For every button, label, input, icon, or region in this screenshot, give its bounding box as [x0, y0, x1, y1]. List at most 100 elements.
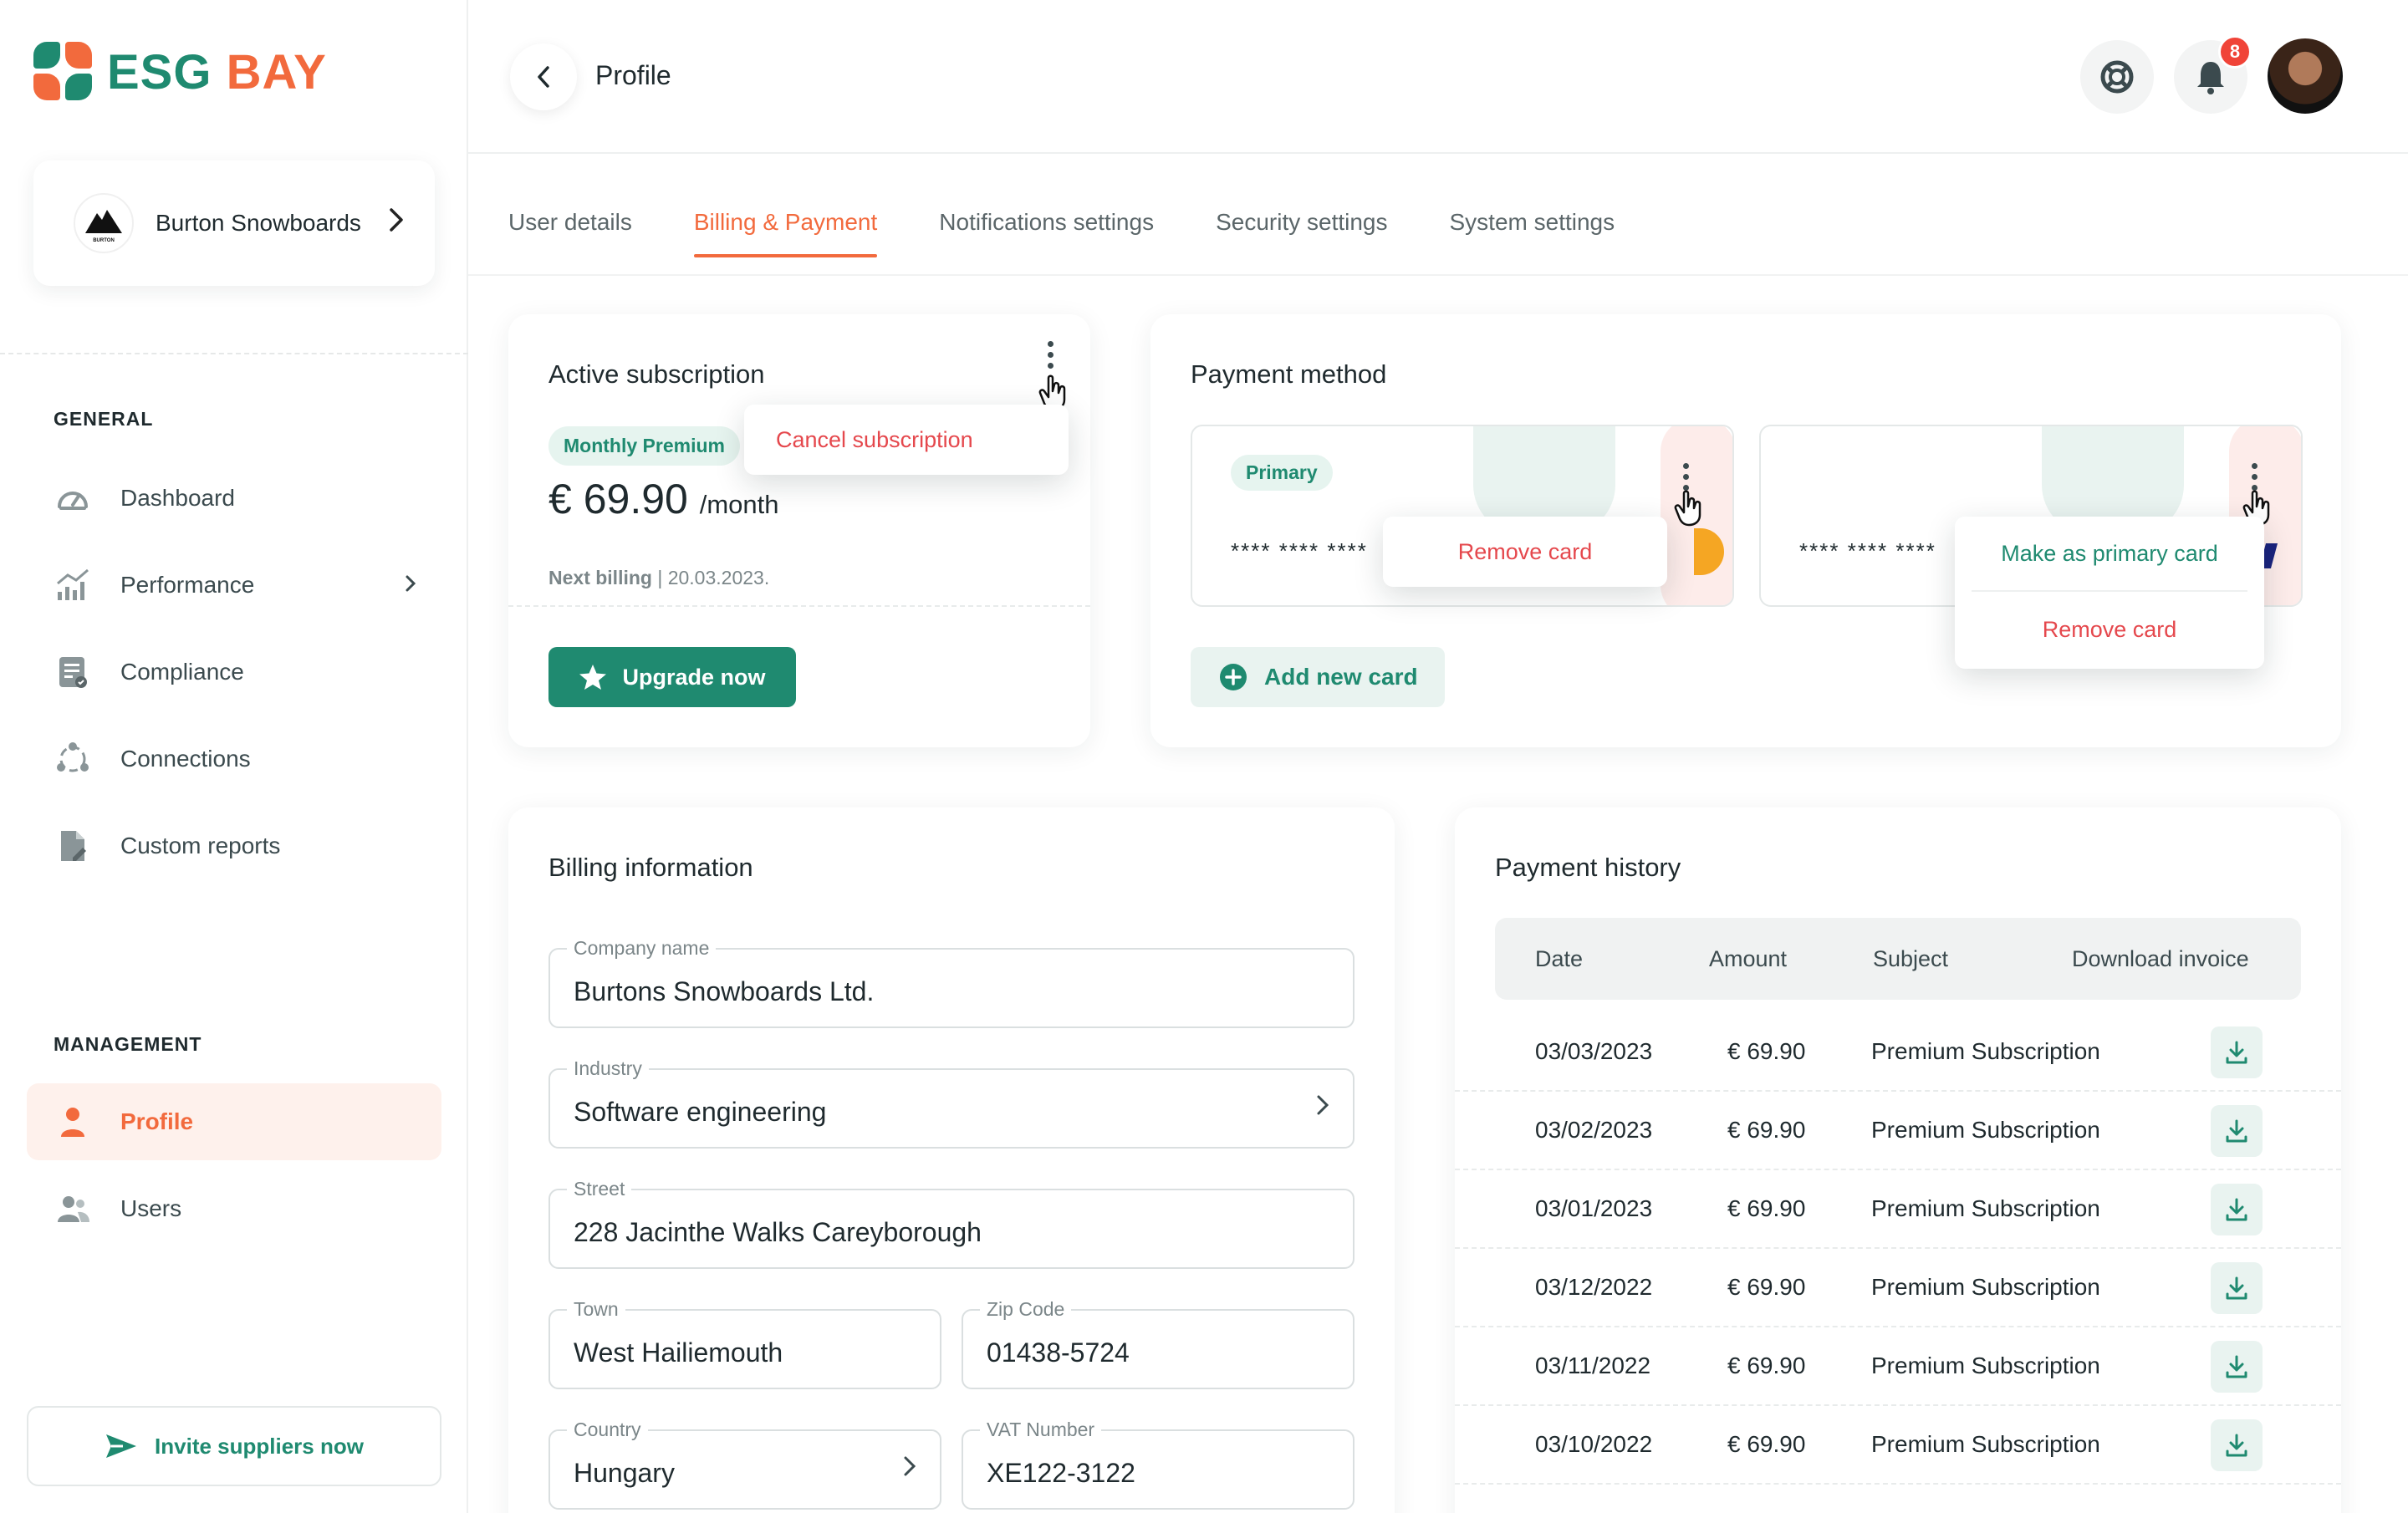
make-primary-option[interactable]: Make as primary card [1972, 517, 2247, 592]
country-select[interactable]: Country Hungary [548, 1419, 941, 1510]
field-value: 01438-5724 [987, 1337, 1130, 1368]
payment-history-header: Date Amount Subject Download invoice [1495, 918, 2301, 1000]
add-new-card-button[interactable]: Add new card [1191, 647, 1445, 707]
tab-notifications-settings[interactable]: Notifications settings [939, 209, 1154, 257]
row-date: 03/03/2023 [1535, 1038, 1653, 1064]
settings-tabs: User details Billing & Payment Notificat… [508, 209, 1676, 257]
column-header-download: Download invoice [2072, 946, 2249, 971]
company-switcher[interactable]: BURTON Burton Snowboards [33, 160, 435, 286]
tab-user-details[interactable]: User details [508, 209, 632, 257]
card2-options-menu: Make as primary card Remove card [1955, 517, 2264, 669]
subscription-price: € 69.90 /month [548, 475, 779, 523]
town-field[interactable]: Town West Hailiemouth [548, 1298, 941, 1389]
chevron-right-icon [1316, 1092, 1329, 1124]
sidebar-item-compliance[interactable]: Compliance [27, 634, 441, 711]
bell-icon [2197, 62, 2224, 94]
tab-system-settings[interactable]: System settings [1450, 209, 1615, 257]
active-subscription-card: Active subscription Monthly Premium Canc… [508, 314, 1090, 747]
field-value: Software engineering [574, 1097, 827, 1127]
row-amount: € 69.90 [1727, 1038, 1806, 1064]
sidebar-item-label: Custom reports [120, 833, 281, 858]
star-icon [579, 665, 607, 690]
more-options-icon[interactable] [1045, 341, 1055, 369]
company-name-field[interactable]: Company name Burtons Snowboards Ltd. [548, 937, 1354, 1028]
remove-card-option[interactable]: Remove card [1383, 517, 1667, 587]
chart-icon [54, 566, 92, 604]
vat-number-field[interactable]: VAT Number XE122-3122 [962, 1419, 1354, 1510]
gauge-icon [54, 479, 92, 517]
download-invoice-button[interactable] [2211, 1105, 2263, 1157]
field-label: Town [567, 1298, 625, 1321]
report-icon [54, 827, 92, 865]
cancel-subscription-option[interactable]: Cancel subscription [744, 405, 1069, 475]
users-icon [54, 1190, 92, 1228]
row-amount: € 69.90 [1727, 1431, 1806, 1457]
plus-circle-icon [1220, 664, 1247, 690]
zip-code-field[interactable]: Zip Code 01438-5724 [962, 1298, 1354, 1389]
card-options-icon[interactable] [2249, 463, 2259, 491]
send-icon [106, 1434, 137, 1458]
price-amount: € 69.90 [548, 476, 688, 522]
download-invoice-button[interactable] [2211, 1026, 2263, 1078]
help-button[interactable] [2080, 40, 2154, 114]
row-date: 03/12/2022 [1535, 1274, 1653, 1300]
next-billing: Next billing | 20.03.2023. [548, 567, 769, 589]
remove-card-option[interactable]: Remove card [1955, 592, 2264, 667]
sidebar-item-label: Dashboard [120, 485, 235, 511]
download-invoice-button[interactable] [2211, 1341, 2263, 1393]
field-label: Industry [567, 1057, 649, 1080]
sidebar-item-profile[interactable]: Profile [27, 1083, 441, 1160]
download-invoice-button[interactable] [2211, 1262, 2263, 1314]
tab-security-settings[interactable]: Security settings [1216, 209, 1387, 257]
table-row: 03/02/2023 € 69.90 Premium Subscription [1455, 1092, 2341, 1170]
field-label: Zip Code [980, 1298, 1072, 1321]
download-icon [2226, 1434, 2247, 1457]
street-field[interactable]: Street 228 Jacinthe Walks Careyborough [548, 1178, 1354, 1269]
section-label-general: GENERAL [54, 408, 154, 430]
next-billing-label: Next billing [548, 567, 652, 588]
sidebar-item-connections[interactable]: Connections [27, 721, 441, 797]
sidebar: ESG BAY BURTON Burton Snowboards GENERAL… [0, 0, 468, 1513]
sidebar-item-dashboard[interactable]: Dashboard [27, 460, 441, 537]
download-icon [2226, 1198, 2247, 1221]
back-button[interactable] [510, 43, 577, 110]
brand-logo[interactable]: ESG BAY [33, 42, 327, 102]
price-period: /month [699, 490, 779, 519]
plan-badge: Monthly Premium [548, 426, 740, 466]
sidebar-item-performance[interactable]: Performance [27, 547, 441, 624]
brand-name-part1: ESG [107, 44, 212, 99]
avatar[interactable] [2268, 38, 2343, 114]
row-subject: Premium Subscription [1871, 1274, 2100, 1300]
card-options-icon[interactable] [1681, 463, 1691, 491]
download-invoice-button[interactable] [2211, 1419, 2263, 1471]
chevron-right-icon [405, 572, 416, 599]
download-icon [2226, 1276, 2247, 1300]
subscription-options-menu: Cancel subscription [744, 405, 1069, 475]
company-logo-text: BURTON [93, 238, 115, 243]
tab-billing-payment[interactable]: Billing & Payment [693, 209, 878, 257]
sidebar-item-label: Profile [120, 1108, 194, 1134]
tabs-divider [468, 274, 2408, 276]
row-date: 03/11/2022 [1535, 1353, 1651, 1378]
brand-name: ESG BAY [107, 44, 327, 100]
field-value: 228 Jacinthe Walks Careyborough [574, 1217, 982, 1247]
sidebar-item-users[interactable]: Users [27, 1170, 441, 1247]
row-subject: Premium Subscription [1871, 1353, 2100, 1378]
upgrade-now-button[interactable]: Upgrade now [548, 647, 796, 707]
field-value: West Hailiemouth [574, 1337, 783, 1368]
invite-suppliers-button[interactable]: Invite suppliers now [27, 1406, 441, 1486]
lifebuoy-icon [2100, 60, 2134, 94]
chevron-left-icon [538, 66, 549, 88]
row-amount: € 69.90 [1727, 1117, 1806, 1143]
download-icon [2226, 1041, 2247, 1064]
sidebar-divider [0, 353, 468, 354]
notification-count-badge: 8 [2218, 35, 2252, 69]
payment-history-title: Payment history [1495, 853, 1681, 882]
payment-method-card: Payment method Primary **** **** **** Re… [1150, 314, 2341, 747]
industry-select[interactable]: Industry Software engineering [548, 1057, 1354, 1149]
download-invoice-button[interactable] [2211, 1184, 2263, 1235]
sidebar-item-custom-reports[interactable]: Custom reports [27, 807, 441, 884]
active-subscription-title: Active subscription [548, 359, 765, 389]
card-divider [508, 605, 1090, 607]
row-amount: € 69.90 [1727, 1353, 1806, 1378]
